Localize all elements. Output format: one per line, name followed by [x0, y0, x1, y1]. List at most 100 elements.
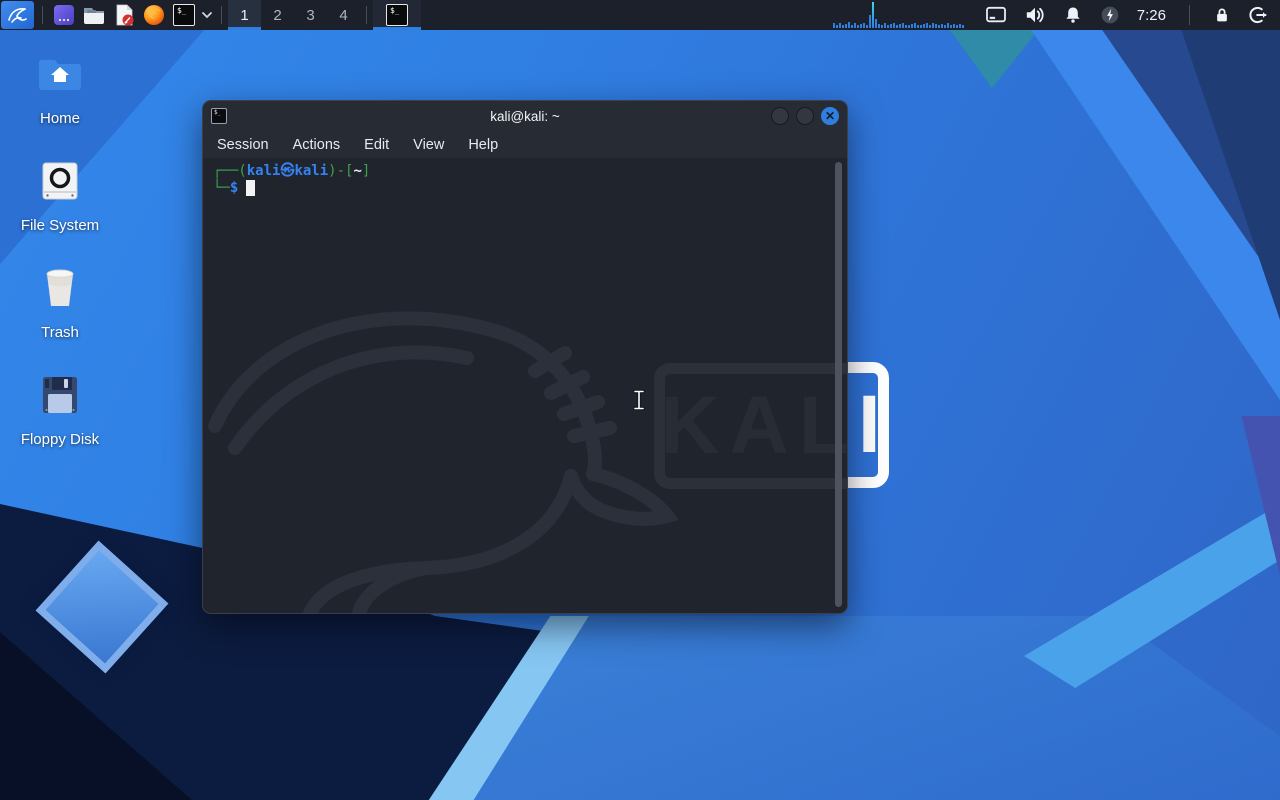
cpu-bar: [845, 24, 847, 28]
cpu-bar: [926, 23, 928, 28]
menu-actions[interactable]: Actions: [293, 137, 341, 153]
cpu-bar: [857, 25, 859, 28]
workspace-4[interactable]: 4: [327, 0, 360, 30]
menu-session[interactable]: Session: [217, 137, 269, 153]
cpu-bar: [956, 25, 958, 28]
shell-prompt: ┌──(kali㉿kali)-[~] └─$: [203, 158, 847, 202]
system-tray: 7:26: [985, 5, 1280, 25]
desktop-icon-trash[interactable]: Trash: [12, 264, 108, 362]
cpu-bar: [833, 23, 835, 28]
workspace-2[interactable]: 2: [261, 0, 294, 30]
prompt-host: kali: [294, 163, 328, 179]
panel-separator: [221, 6, 222, 24]
cpu-bar: [887, 25, 889, 28]
drive-icon: [36, 157, 84, 205]
applications-menu-button[interactable]: [1, 1, 34, 29]
cpu-bar: [872, 2, 874, 28]
menu-edit[interactable]: Edit: [364, 137, 389, 153]
cpu-bar: [863, 23, 865, 28]
desktop-icon-filesystem[interactable]: File System: [12, 157, 108, 255]
cpu-bar: [902, 23, 904, 28]
launcher-firefox[interactable]: [139, 1, 169, 29]
cpu-bar: [950, 25, 952, 28]
minimize-button[interactable]: [771, 107, 789, 125]
terminal-icon: $_: [173, 4, 195, 26]
cpu-bar: [962, 25, 964, 28]
workspace-3[interactable]: 3: [294, 0, 327, 30]
chevron-down-icon: [201, 11, 213, 19]
cpu-bar: [890, 24, 892, 28]
prompt-line-2: └─$: [213, 180, 837, 197]
cpu-bar: [884, 23, 886, 28]
cpu-bar: [848, 22, 850, 28]
cpu-bar: [944, 25, 946, 28]
prompt-separator: ㉿: [280, 163, 294, 179]
desktop-icon-label: File System: [21, 217, 99, 234]
prompt-symbol: $: [230, 180, 238, 196]
cpu-bar: [947, 23, 949, 28]
text-editor-icon: [112, 3, 136, 27]
clock[interactable]: 7:26: [1137, 7, 1166, 24]
panel-separator: [1189, 5, 1190, 25]
menu-help[interactable]: Help: [468, 137, 498, 153]
home-folder-icon: [36, 50, 84, 98]
cpu-bar: [932, 23, 934, 28]
cpu-bar: [854, 23, 856, 28]
cpu-bar: [929, 25, 931, 28]
lock-icon[interactable]: [1213, 5, 1231, 25]
power-manager-icon[interactable]: [1100, 5, 1120, 25]
app-finder-icon: [52, 3, 76, 27]
terminal-window: $_ kali@kali: ~ ✕ Session Actions Edit V…: [202, 100, 848, 614]
close-button[interactable]: ✕: [821, 107, 839, 125]
launcher-text-editor[interactable]: [109, 1, 139, 29]
firefox-icon: [142, 3, 166, 27]
kali-dragon-icon: [6, 3, 30, 27]
desktop-icon-label: Floppy Disk: [21, 431, 99, 448]
kali-watermark-through-glass: KALI: [654, 363, 847, 489]
cpu-bar: [920, 25, 922, 28]
volume-icon[interactable]: [1024, 5, 1046, 25]
cpu-bar: [881, 25, 883, 28]
cpu-bar: [836, 25, 838, 28]
desktop-icon-floppy[interactable]: Floppy Disk: [12, 371, 108, 469]
floppy-disk-icon: [36, 371, 84, 419]
cpu-bar: [938, 25, 940, 28]
cpu-bar: [899, 24, 901, 28]
cpu-bar: [842, 25, 844, 28]
terminal-screen[interactable]: KALI ┌──(kali㉿kali)-[~] └─$: [203, 158, 847, 613]
prompt-line-1: ┌──(kali㉿kali)-[~]: [213, 163, 837, 180]
file-manager-icon: [82, 3, 106, 27]
workspace-1[interactable]: 1: [228, 0, 261, 30]
cpu-bar: [905, 25, 907, 28]
trash-icon: [36, 264, 84, 312]
display-icon[interactable]: [985, 6, 1007, 24]
cpu-bar: [941, 24, 943, 28]
cpu-bar: [935, 24, 937, 28]
taskbar-terminal-button[interactable]: $_: [373, 0, 421, 30]
launcher-terminal[interactable]: $_: [169, 1, 199, 29]
terminal-menubar: Session Actions Edit View Help: [203, 131, 847, 158]
notification-bell-icon[interactable]: [1063, 5, 1083, 25]
terminal-scrollbar[interactable]: [835, 162, 842, 607]
prompt-path: ~: [353, 163, 361, 179]
launcher-app-finder[interactable]: [49, 1, 79, 29]
logout-icon[interactable]: [1248, 5, 1268, 25]
window-titlebar[interactable]: $_ kali@kali: ~ ✕: [203, 101, 847, 131]
terminal-icon: $_: [386, 4, 408, 26]
launcher-dropdown[interactable]: [199, 1, 215, 29]
cpu-bar: [914, 23, 916, 28]
desktop-icon-label: Home: [40, 110, 80, 127]
menu-view[interactable]: View: [413, 137, 444, 153]
maximize-button[interactable]: [796, 107, 814, 125]
desktop-icon-home[interactable]: Home: [12, 50, 108, 148]
cpu-bar: [959, 24, 961, 28]
cpu-bar: [866, 25, 868, 28]
cpu-bar: [923, 24, 925, 28]
desktop-icons: Home File System: [12, 50, 108, 478]
desktop: KALI Home File System: [0, 0, 1280, 800]
cpu-graph[interactable]: [833, 1, 969, 29]
cpu-bar: [896, 25, 898, 28]
cpu-bar: [908, 25, 910, 28]
cpu-bar: [953, 24, 955, 28]
launcher-file-manager[interactable]: [79, 1, 109, 29]
